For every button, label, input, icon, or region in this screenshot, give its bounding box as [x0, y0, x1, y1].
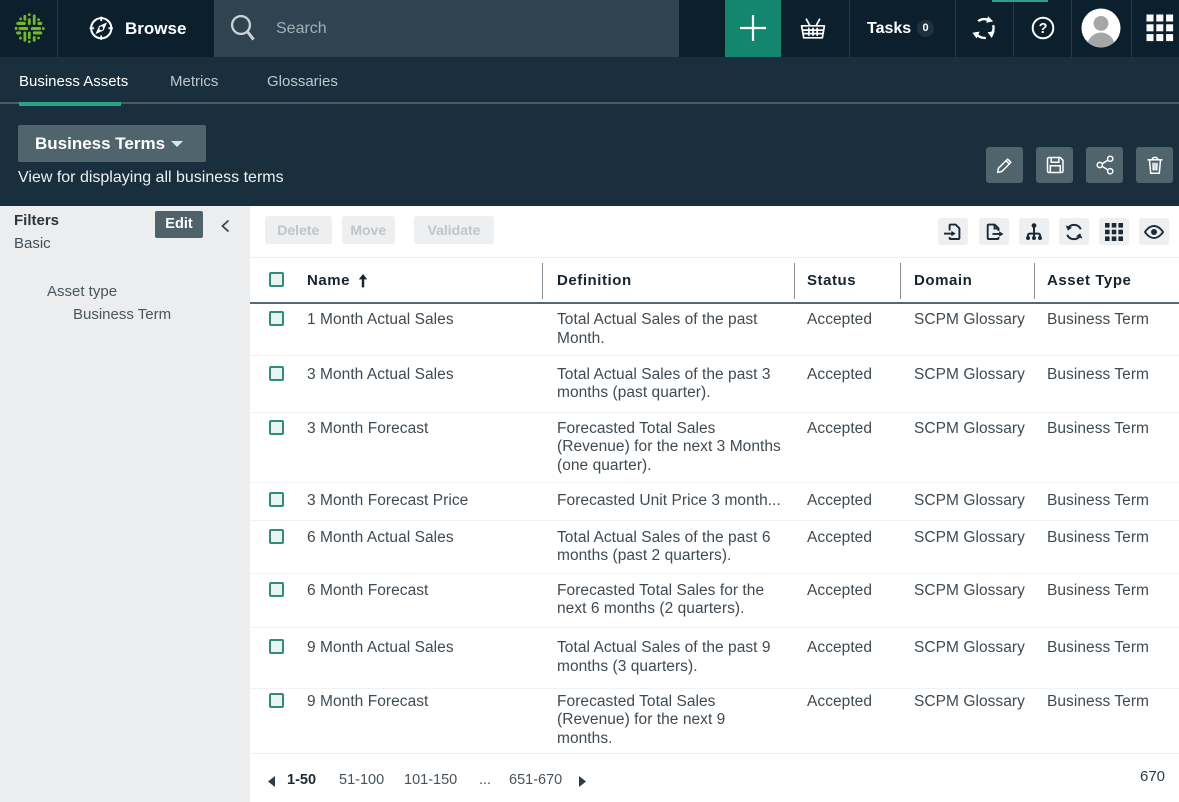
svg-text:?: ? — [1039, 21, 1048, 37]
